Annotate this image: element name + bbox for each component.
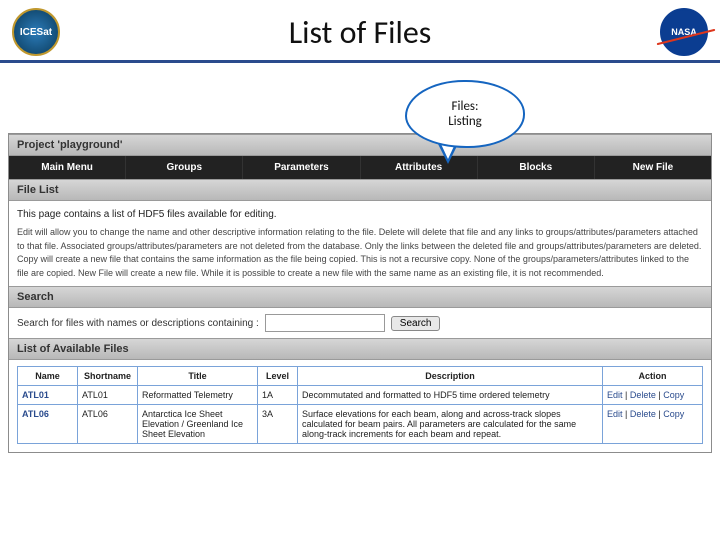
slide-header: ICESat List of Files NASA (0, 0, 720, 63)
file-description: Decommutated and formatted to HDF5 time … (298, 386, 603, 405)
file-shortname: ATL06 (78, 405, 138, 444)
col-level: Level (258, 367, 298, 386)
col-action: Action (603, 367, 703, 386)
callout-line2: Listing (448, 114, 482, 129)
nav-attributes[interactable]: Attributes (361, 156, 478, 179)
nav-blocks[interactable]: Blocks (478, 156, 595, 179)
edit-link[interactable]: Edit (607, 409, 623, 419)
nav-groups[interactable]: Groups (126, 156, 243, 179)
nasa-logo: NASA (660, 8, 708, 56)
table-row: ATL06 ATL06 Antarctica Ice Sheet Elevati… (18, 405, 703, 444)
file-shortname: ATL01 (78, 386, 138, 405)
file-actions: Edit | Delete | Copy (603, 386, 703, 405)
search-row: Search for files with names or descripti… (9, 308, 711, 338)
list-header: List of Available Files (9, 338, 711, 360)
col-shortname: Shortname (78, 367, 138, 386)
delete-link[interactable]: Delete (630, 390, 656, 400)
file-name-link[interactable]: ATL01 (22, 390, 49, 400)
delete-link[interactable]: Delete (630, 409, 656, 419)
help-body: Edit will allow you to change the name a… (17, 226, 703, 280)
file-actions: Edit | Delete | Copy (603, 405, 703, 444)
icesat-logo: ICESat (12, 8, 60, 56)
col-title: Title (138, 367, 258, 386)
search-label: Search for files with names or descripti… (17, 318, 259, 329)
files-table: Name Shortname Title Level Description A… (17, 366, 703, 444)
file-list-header: File List (9, 179, 711, 201)
file-description: Surface elevations for each beam, along … (298, 405, 603, 444)
search-input[interactable] (265, 314, 385, 332)
edit-link[interactable]: Edit (607, 390, 623, 400)
nav-new-file[interactable]: New File (595, 156, 711, 179)
file-name-link[interactable]: ATL06 (22, 409, 49, 419)
col-name: Name (18, 367, 78, 386)
app-frame: Project 'playground' Main Menu Groups Pa… (8, 133, 712, 453)
file-level: 3A (258, 405, 298, 444)
search-button[interactable]: Search (391, 316, 441, 331)
file-title: Antarctica Ice Sheet Elevation / Greenla… (138, 405, 258, 444)
help-text: This page contains a list of HDF5 files … (9, 201, 711, 286)
callout-bubble: Files: Listing (405, 80, 525, 148)
project-header: Project 'playground' (9, 134, 711, 156)
main-nav: Main Menu Groups Parameters Attributes B… (9, 156, 711, 179)
table-row: ATL01 ATL01 Reformatted Telemetry 1A Dec… (18, 386, 703, 405)
help-lead: This page contains a list of HDF5 files … (17, 207, 703, 222)
callout-line1: Files: (452, 99, 479, 114)
file-title: Reformatted Telemetry (138, 386, 258, 405)
file-level: 1A (258, 386, 298, 405)
col-description: Description (298, 367, 603, 386)
copy-link[interactable]: Copy (663, 390, 684, 400)
copy-link[interactable]: Copy (663, 409, 684, 419)
nav-parameters[interactable]: Parameters (243, 156, 360, 179)
slide-title: List of Files (60, 13, 660, 52)
nav-main-menu[interactable]: Main Menu (9, 156, 126, 179)
search-header: Search (9, 286, 711, 308)
